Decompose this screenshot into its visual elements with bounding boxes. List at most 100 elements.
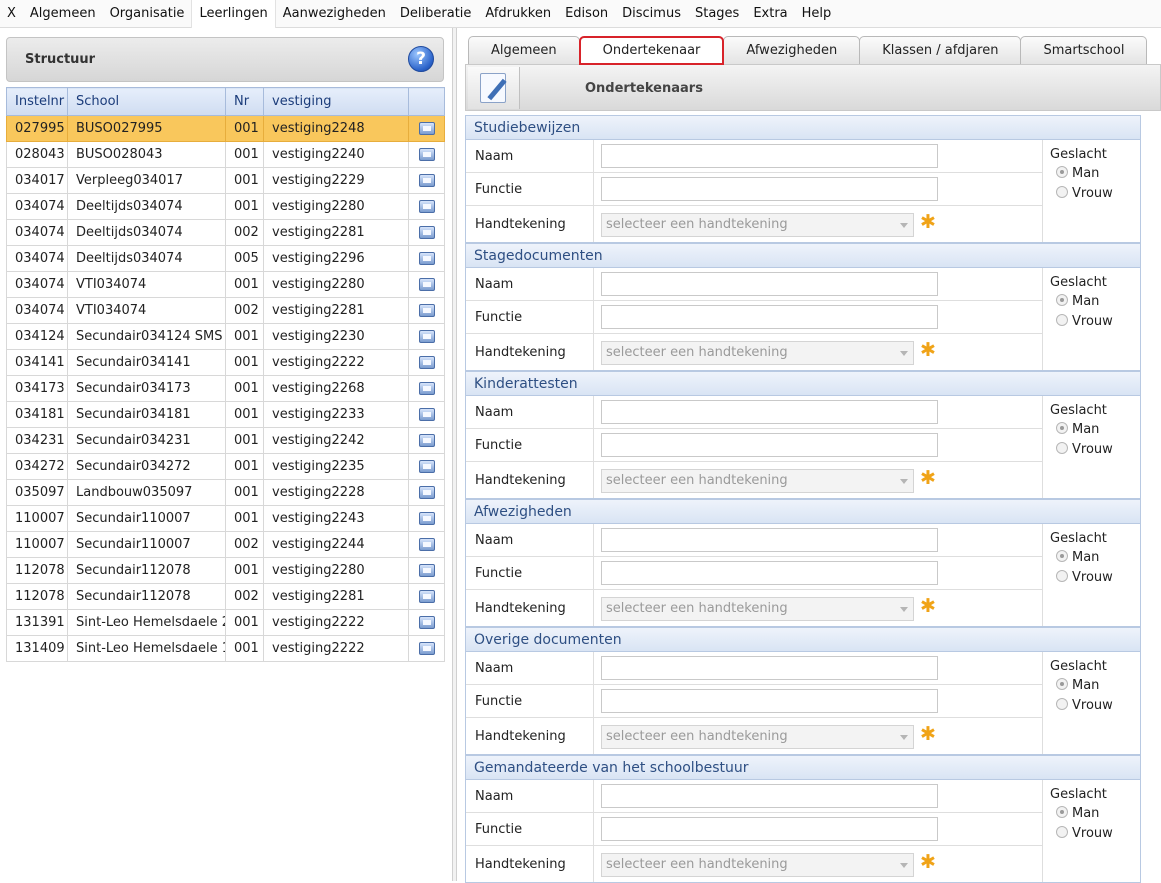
gender-option-vrouw[interactable]: Vrouw (1056, 826, 1113, 841)
panel-splitter[interactable] (452, 28, 457, 881)
table-row[interactable]: 034141 Secundair034141 001 vestiging2222 (6, 349, 445, 376)
asterisk-icon[interactable]: ✱ (920, 595, 936, 617)
function-input[interactable] (601, 177, 938, 201)
details-icon[interactable] (418, 486, 435, 499)
table-row[interactable]: 034173 Secundair034173 001 vestiging2268 (6, 375, 445, 402)
details-icon[interactable] (418, 304, 435, 317)
radio-man[interactable] (1056, 166, 1068, 178)
function-input[interactable] (601, 561, 938, 585)
tab-klassen-afdjaren[interactable]: Klassen / afdjaren (859, 36, 1022, 65)
asterisk-icon[interactable]: ✱ (920, 339, 936, 361)
menu-item-deliberatie[interactable]: Deliberatie (393, 0, 479, 28)
gender-option-vrouw[interactable]: Vrouw (1056, 442, 1113, 457)
signature-select[interactable]: selecteer een handtekening (601, 725, 914, 749)
radio-vrouw[interactable] (1056, 314, 1068, 326)
details-icon[interactable] (418, 512, 435, 525)
table-row[interactable]: 034074 Deeltijds034074 001 vestiging2280 (6, 193, 445, 220)
edit-button[interactable] (468, 67, 520, 109)
details-icon[interactable] (418, 356, 435, 369)
radio-vrouw[interactable] (1056, 698, 1068, 710)
radio-vrouw[interactable] (1056, 186, 1068, 198)
menu-item-algemeen[interactable]: Algemeen (23, 0, 103, 28)
details-icon[interactable] (418, 278, 435, 291)
tab-algemeen[interactable]: Algemeen (468, 36, 580, 65)
details-icon[interactable] (418, 564, 435, 577)
asterisk-icon[interactable]: ✱ (920, 851, 936, 873)
menu-item-afdrukken[interactable]: Afdrukken (478, 0, 558, 28)
radio-man[interactable] (1056, 294, 1068, 306)
gender-option-man[interactable]: Man (1056, 678, 1099, 693)
tab-ondertekenaar[interactable]: Ondertekenaar (578, 36, 725, 65)
asterisk-icon[interactable]: ✱ (920, 723, 936, 745)
menu-item-help[interactable]: Help (795, 0, 839, 28)
gender-option-man[interactable]: Man (1056, 294, 1099, 309)
menu-item-aanwezigheden[interactable]: Aanwezigheden (276, 0, 393, 28)
asterisk-icon[interactable]: ✱ (920, 211, 936, 233)
radio-vrouw[interactable] (1056, 826, 1068, 838)
table-row[interactable]: 034124 Secundair034124 SMS 001 vestiging223… (6, 323, 445, 350)
menu-item-extra[interactable]: Extra (746, 0, 794, 28)
table-row[interactable]: 034181 Secundair034181 001 vestiging2233 (6, 401, 445, 428)
name-input[interactable] (601, 784, 938, 808)
name-input[interactable] (601, 528, 938, 552)
details-icon[interactable] (418, 460, 435, 473)
radio-vrouw[interactable] (1056, 570, 1068, 582)
details-icon[interactable] (418, 200, 435, 213)
table-row[interactable]: 110007 Secundair110007 002 vestiging2244 (6, 531, 445, 558)
table-row[interactable]: 034074 VTI034074 001 vestiging2280 (6, 271, 445, 298)
details-icon[interactable] (418, 408, 435, 421)
gender-option-man[interactable]: Man (1056, 166, 1099, 181)
details-icon[interactable] (418, 252, 435, 265)
table-row[interactable]: 034074 Deeltijds034074 005 vestiging2296 (6, 245, 445, 272)
table-row[interactable]: 028043 BUSO028043 001 vestiging2240 (6, 141, 445, 168)
radio-man[interactable] (1056, 422, 1068, 434)
table-row[interactable]: 112078 Secundair112078 001 vestiging2280 (6, 557, 445, 584)
table-row[interactable]: 034272 Secundair034272 001 vestiging2235 (6, 453, 445, 480)
function-input[interactable] (601, 689, 938, 713)
radio-man[interactable] (1056, 806, 1068, 818)
table-row[interactable]: 131409 Sint-Leo Hemelsdaele 1 001 vestiging… (6, 635, 445, 662)
signature-select[interactable]: selecteer een handtekening (601, 341, 914, 365)
details-icon[interactable] (418, 382, 435, 395)
menu-item-edison[interactable]: Edison (558, 0, 615, 28)
name-input[interactable] (601, 144, 938, 168)
signature-select[interactable]: selecteer een handtekening (601, 469, 914, 493)
table-row[interactable]: 034017 Verpleeg034017 001 vestiging2229 (6, 167, 445, 194)
menu-item-leerlingen[interactable]: Leerlingen (191, 0, 276, 28)
table-row[interactable]: 110007 Secundair110007 001 vestiging2243 (6, 505, 445, 532)
help-icon[interactable]: ? (408, 46, 434, 72)
tab-smartschool[interactable]: Smartschool (1020, 36, 1148, 65)
signature-select[interactable]: selecteer een handtekening (601, 213, 914, 237)
table-row[interactable]: 035097 Landbouw035097 001 vestiging2228 (6, 479, 445, 506)
name-input[interactable] (601, 272, 938, 296)
column-header-vestiging[interactable]: vestiging (263, 87, 409, 116)
gender-option-vrouw[interactable]: Vrouw (1056, 314, 1113, 329)
details-icon[interactable] (418, 330, 435, 343)
details-icon[interactable] (418, 538, 435, 551)
asterisk-icon[interactable]: ✱ (920, 467, 936, 489)
table-row[interactable]: 034074 VTI034074 002 vestiging2281 (6, 297, 445, 324)
menu-item-stages[interactable]: Stages (688, 0, 746, 28)
column-header-nr[interactable]: Nr (225, 87, 264, 116)
signature-select[interactable]: selecteer een handtekening (601, 853, 914, 877)
column-header-school[interactable]: School (67, 87, 226, 116)
table-row[interactable]: 131391 Sint-Leo Hemelsdaele 2 001 vestiging… (6, 609, 445, 636)
menu-item-x[interactable]: X (0, 0, 23, 28)
table-row[interactable]: 034074 Deeltijds034074 002 vestiging2281 (6, 219, 445, 246)
details-icon[interactable] (418, 226, 435, 239)
details-icon[interactable] (418, 122, 435, 135)
table-row[interactable]: 034231 Secundair034231 001 vestiging2242 (6, 427, 445, 454)
details-icon[interactable] (418, 174, 435, 187)
function-input[interactable] (601, 433, 938, 457)
function-input[interactable] (601, 305, 938, 329)
details-icon[interactable] (418, 434, 435, 447)
menu-item-organisatie[interactable]: Organisatie (103, 0, 192, 28)
details-icon[interactable] (418, 590, 435, 603)
table-row[interactable]: 112078 Secundair112078 002 vestiging2281 (6, 583, 445, 610)
radio-man[interactable] (1056, 550, 1068, 562)
gender-option-man[interactable]: Man (1056, 806, 1099, 821)
gender-option-vrouw[interactable]: Vrouw (1056, 186, 1113, 201)
signature-select[interactable]: selecteer een handtekening (601, 597, 914, 621)
gender-option-man[interactable]: Man (1056, 422, 1099, 437)
table-row[interactable]: 027995 BUSO027995 001 vestiging2248 (6, 115, 445, 142)
